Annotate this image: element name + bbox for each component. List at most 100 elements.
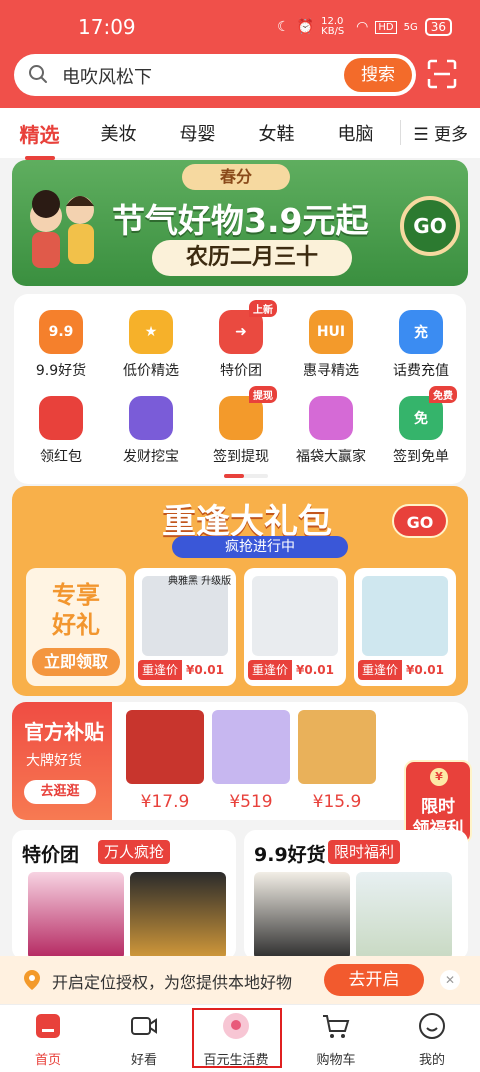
- shortcut-item[interactable]: 领红包: [16, 396, 106, 466]
- promo-product-card[interactable]: 重逢价 ¥0.01: [244, 568, 346, 686]
- enable-location-button[interactable]: 去开启: [324, 964, 424, 996]
- grid-scroll-indicator: [224, 474, 268, 478]
- shortcut-icon: 免免费: [399, 386, 457, 440]
- video-icon: [131, 1017, 157, 1035]
- official-subsidy-section[interactable]: 官方补贴 大牌好货 去逛逛 ¥17.9 ¥519 ¥15.9: [12, 702, 468, 820]
- deal-tag: 限时福利: [328, 840, 401, 864]
- children-illustration: [30, 190, 94, 268]
- status-icons: ☾ ⏰ 12.0 KB/S ◠ HD 5G 36: [277, 17, 452, 37]
- tab-me[interactable]: 我的: [392, 1011, 472, 1068]
- shortcut-grid: 9.9 9.9好货 ★ 低价精选 ➜ 上新 特价团 HUI 惠寻精选 充话费充值 领红包 发财挖宝 提现…: [14, 294, 466, 484]
- shortcut-icon: 提现: [219, 386, 277, 440]
- solar-term-banner[interactable]: 春分 节气好物3.9元起 农历二月三十 GO: [12, 160, 468, 286]
- shortcut-label: 福袋大赢家: [296, 449, 366, 465]
- tab-home[interactable]: 首页: [8, 1011, 88, 1068]
- product-image: [142, 576, 228, 656]
- claim-now-button[interactable]: 立即领取: [32, 648, 120, 676]
- subsidy-product[interactable]: ¥519: [212, 710, 290, 812]
- browse-button[interactable]: 去逛逛: [24, 780, 96, 804]
- product-price: ¥519: [229, 792, 273, 812]
- subsidy-product[interactable]: ¥15.9: [298, 710, 376, 812]
- more-label: 更多: [434, 125, 468, 145]
- exclusive-gift-card[interactable]: 专享 好礼 立即领取: [26, 568, 126, 686]
- tab-label: 购物车: [316, 1053, 356, 1068]
- search-button[interactable]: 搜索: [344, 58, 412, 92]
- deal-card-special-group[interactable]: 特价团 万人疯抢: [12, 830, 236, 960]
- shortcut-item[interactable]: 提现 签到提现: [196, 386, 286, 466]
- smiley-icon: [419, 1013, 445, 1039]
- subsidy-product[interactable]: ¥17.9: [126, 710, 204, 812]
- tab-category-2[interactable]: 母婴: [158, 120, 237, 146]
- tab-cart[interactable]: 购物车: [296, 1011, 376, 1068]
- shortcut-icon: 9.9: [39, 310, 83, 354]
- battery-icon: 36: [424, 18, 452, 36]
- status-bar: 17:09 ☾ ⏰ 12.0 KB/S ◠ HD 5G 36: [0, 0, 480, 52]
- deal-product-image: [28, 872, 124, 960]
- product-price: 重逢价 ¥0.01: [248, 660, 342, 680]
- promo-subtitle: 疯抢进行中: [172, 536, 348, 558]
- shortcut-item[interactable]: 发财挖宝: [106, 396, 196, 466]
- menu-icon: ☰: [413, 125, 429, 145]
- tab-category-3[interactable]: 女鞋: [237, 120, 316, 146]
- more-categories-button[interactable]: ☰ 更多: [400, 120, 468, 145]
- shortcut-item[interactable]: HUI 惠寻精选: [286, 310, 376, 380]
- deal-product-image: [356, 872, 452, 960]
- product-image: [298, 710, 376, 784]
- alarm-icon: ⏰: [296, 19, 315, 35]
- promo-product-card[interactable]: 典雅黑 升级版重逢价 ¥0.01: [134, 568, 236, 686]
- shortcut-label: 低价精选: [123, 363, 179, 379]
- price-value: ¥0.01: [186, 663, 224, 677]
- product-image: [212, 710, 290, 784]
- price-value: ¥0.01: [406, 663, 444, 677]
- shortcut-icon: HUI: [309, 310, 353, 354]
- shortcut-icon: [309, 396, 353, 440]
- location-text: 开启定位授权，为您提供本地好物: [52, 973, 293, 992]
- shortcut-label: 特价团: [220, 363, 262, 379]
- tab-label: 首页: [34, 1053, 61, 1068]
- coin-icon: ¥: [430, 768, 448, 786]
- shortcut-icon: [129, 396, 173, 440]
- official-subtitle: 大牌好货: [26, 753, 82, 769]
- deal-title: 特价团: [22, 844, 80, 866]
- location-pin-icon: [24, 970, 40, 990]
- category-tabs: 精选 美妆 母婴 女鞋 电脑 ☰ 更多: [0, 108, 480, 160]
- promo-product-card[interactable]: 重逢价 ¥0.01: [354, 568, 456, 686]
- search-bar[interactable]: 电吹风松下 搜索: [14, 54, 416, 96]
- shortcut-badge: 免费: [429, 386, 457, 403]
- product-tag: 典雅黑 升级版: [168, 576, 232, 587]
- tab-category-1[interactable]: 美妆: [79, 120, 158, 146]
- close-icon[interactable]: ✕: [440, 970, 460, 990]
- shortcut-item[interactable]: 福袋大赢家: [286, 396, 376, 466]
- shortcut-icon: ★: [129, 310, 173, 354]
- scan-icon[interactable]: [426, 58, 458, 90]
- price-label: 重逢价: [138, 660, 183, 680]
- promo-go-button[interactable]: GO: [392, 504, 448, 538]
- shortcut-item[interactable]: ★ 低价精选: [106, 310, 196, 380]
- hd-badge: HD: [375, 20, 397, 34]
- shortcut-item[interactable]: 充话费充值: [376, 310, 466, 380]
- moon-icon: ☾: [277, 19, 290, 35]
- product-image: [252, 576, 338, 656]
- shortcut-label: 惠寻精选: [303, 363, 359, 379]
- signal-label: 5G: [403, 21, 418, 33]
- shortcut-item[interactable]: ➜ 上新 特价团: [196, 300, 286, 380]
- banner-go-button[interactable]: GO: [400, 196, 460, 256]
- official-title: 官方补贴: [24, 720, 104, 744]
- search-input[interactable]: 电吹风松下: [62, 63, 152, 89]
- shortcut-badge: 上新: [249, 300, 277, 317]
- exclusive-gift-title: 专享 好礼: [52, 581, 100, 639]
- wifi-icon: ◠: [356, 19, 369, 35]
- reunion-gift-promo[interactable]: 重逢大礼包 疯抢进行中 GO 专享 好礼 立即领取 典雅黑 升级版 重逢价 ¥0.01…: [12, 486, 468, 696]
- banner-tag: 春分: [182, 164, 290, 190]
- price-label: 重逢价: [248, 660, 293, 680]
- tab-watch[interactable]: 好看: [104, 1011, 184, 1068]
- tab-category-0[interactable]: 精选: [0, 119, 79, 160]
- official-subsidy-header: 官方补贴 大牌好货 去逛逛: [12, 702, 112, 820]
- tab-label: 好看: [130, 1053, 157, 1068]
- product-price: 重逢价 ¥0.01: [358, 660, 452, 680]
- banner-title: 节气好物3.9元起: [112, 201, 369, 240]
- shortcut-item[interactable]: 9.9 9.9好货: [16, 310, 106, 380]
- deal-card-99-goods[interactable]: 9.9好货 限时福利: [244, 830, 468, 960]
- shortcut-item[interactable]: 免免费 签到免单: [376, 386, 466, 466]
- tab-category-4[interactable]: 电脑: [316, 120, 395, 146]
